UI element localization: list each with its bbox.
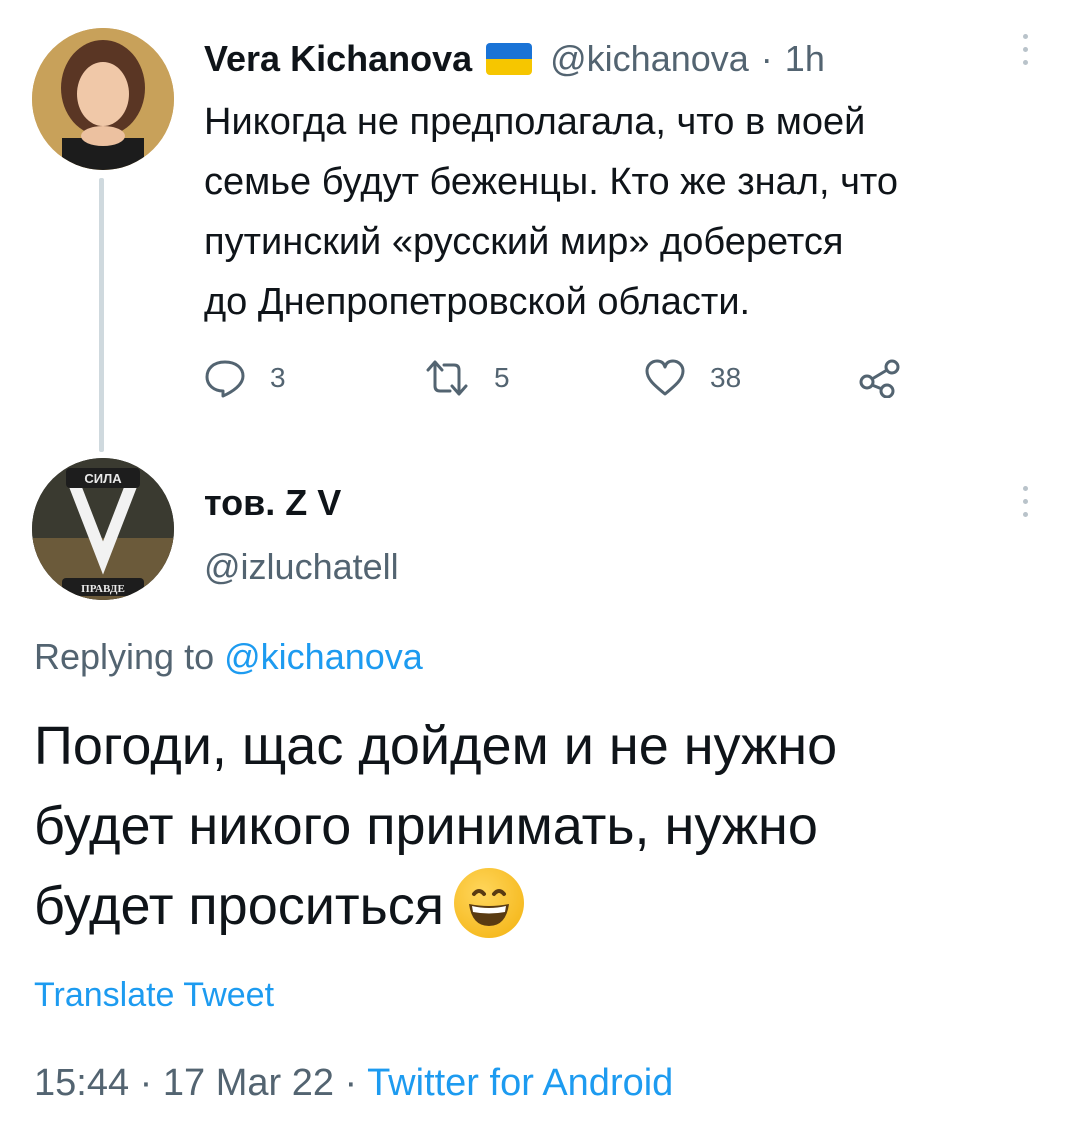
reply-text-line: будет проситься (34, 876, 445, 936)
translate-tweet-link[interactable]: Translate Tweet (34, 976, 274, 1015)
reply-text-line: Погоди, щас дойдем и не нужно (34, 716, 838, 776)
replying-to-label: Replying to (34, 636, 215, 677)
header-separator: · (760, 38, 773, 79)
reply-text-line-last: будет проситься (34, 866, 1054, 946)
reply-avatar-image: СИЛА ПРАВДЕ (32, 458, 174, 600)
replying-to-line: Replying to @kichanova (34, 636, 423, 678)
reply-action-button[interactable]: 3 (204, 358, 286, 398)
grinning-face-emoji-icon (454, 868, 525, 938)
tweet-time[interactable]: 15:44 (34, 1062, 129, 1104)
parent-text-line: семье будут беженцы. Кто же знал, что (204, 161, 898, 203)
parent-text-line: Никогда не предполагала, что в моей (204, 101, 866, 143)
reply-author-handle[interactable]: @izluchatell (204, 546, 399, 588)
reply-text-line: будет никого принимать, нужно (34, 796, 818, 856)
share-icon (859, 359, 900, 398)
heart-icon (645, 359, 685, 396)
share-action-button[interactable] (858, 358, 926, 398)
parent-tweet-text: Никогда не предполагала, что в моей семь… (204, 92, 1054, 332)
tweet-source-link[interactable]: Twitter for Android (367, 1062, 673, 1104)
retweet-action-button[interactable]: 5 (424, 358, 510, 398)
parent-author-name[interactable]: Vera Kichanova (204, 38, 472, 80)
ukraine-flag-icon (486, 43, 533, 75)
parent-author-avatar[interactable] (32, 28, 174, 170)
parent-text-line: путинский «русский мир» доберется (204, 221, 844, 263)
parent-avatar-photo (32, 28, 174, 170)
parent-text-line: до Днепропетровской области. (204, 281, 751, 323)
parent-author-handle[interactable]: @kichanova (550, 38, 749, 80)
reply-count: 3 (270, 362, 286, 393)
tweet-metadata: 15:44 · 17 Mar 22 · Twitter for Android (34, 1062, 673, 1105)
avatar-bottom-text: ПРАВДЕ (81, 583, 125, 595)
meta-separator: · (139, 1062, 153, 1104)
reply-author-avatar[interactable]: СИЛА ПРАВДЕ (32, 458, 174, 600)
like-count: 38 (710, 362, 742, 393)
parent-tweet-time[interactable]: 1h (785, 38, 825, 80)
avatar-top-text: СИЛА (84, 471, 122, 486)
parent-more-options-icon[interactable] (1020, 34, 1030, 78)
retweet-count: 5 (494, 362, 510, 393)
meta-separator: · (344, 1062, 358, 1104)
like-action-button[interactable]: 38 (644, 358, 741, 398)
parent-tweet-header: Vera Kichanova @kichanova · 1h (204, 36, 825, 82)
retweet-icon (426, 360, 468, 396)
reply-icon (205, 360, 245, 398)
tweet-date[interactable]: 17 Mar 22 (163, 1062, 334, 1104)
reply-tweet-text: Погоди, щас дойдем и не нужно будет нико… (34, 706, 1054, 946)
reply-more-options-icon[interactable] (1020, 486, 1030, 530)
thread-connector-line (99, 178, 104, 452)
replying-to-handle-link[interactable]: @kichanova (224, 636, 423, 677)
reply-author-name[interactable]: тов. Z V (204, 482, 341, 524)
